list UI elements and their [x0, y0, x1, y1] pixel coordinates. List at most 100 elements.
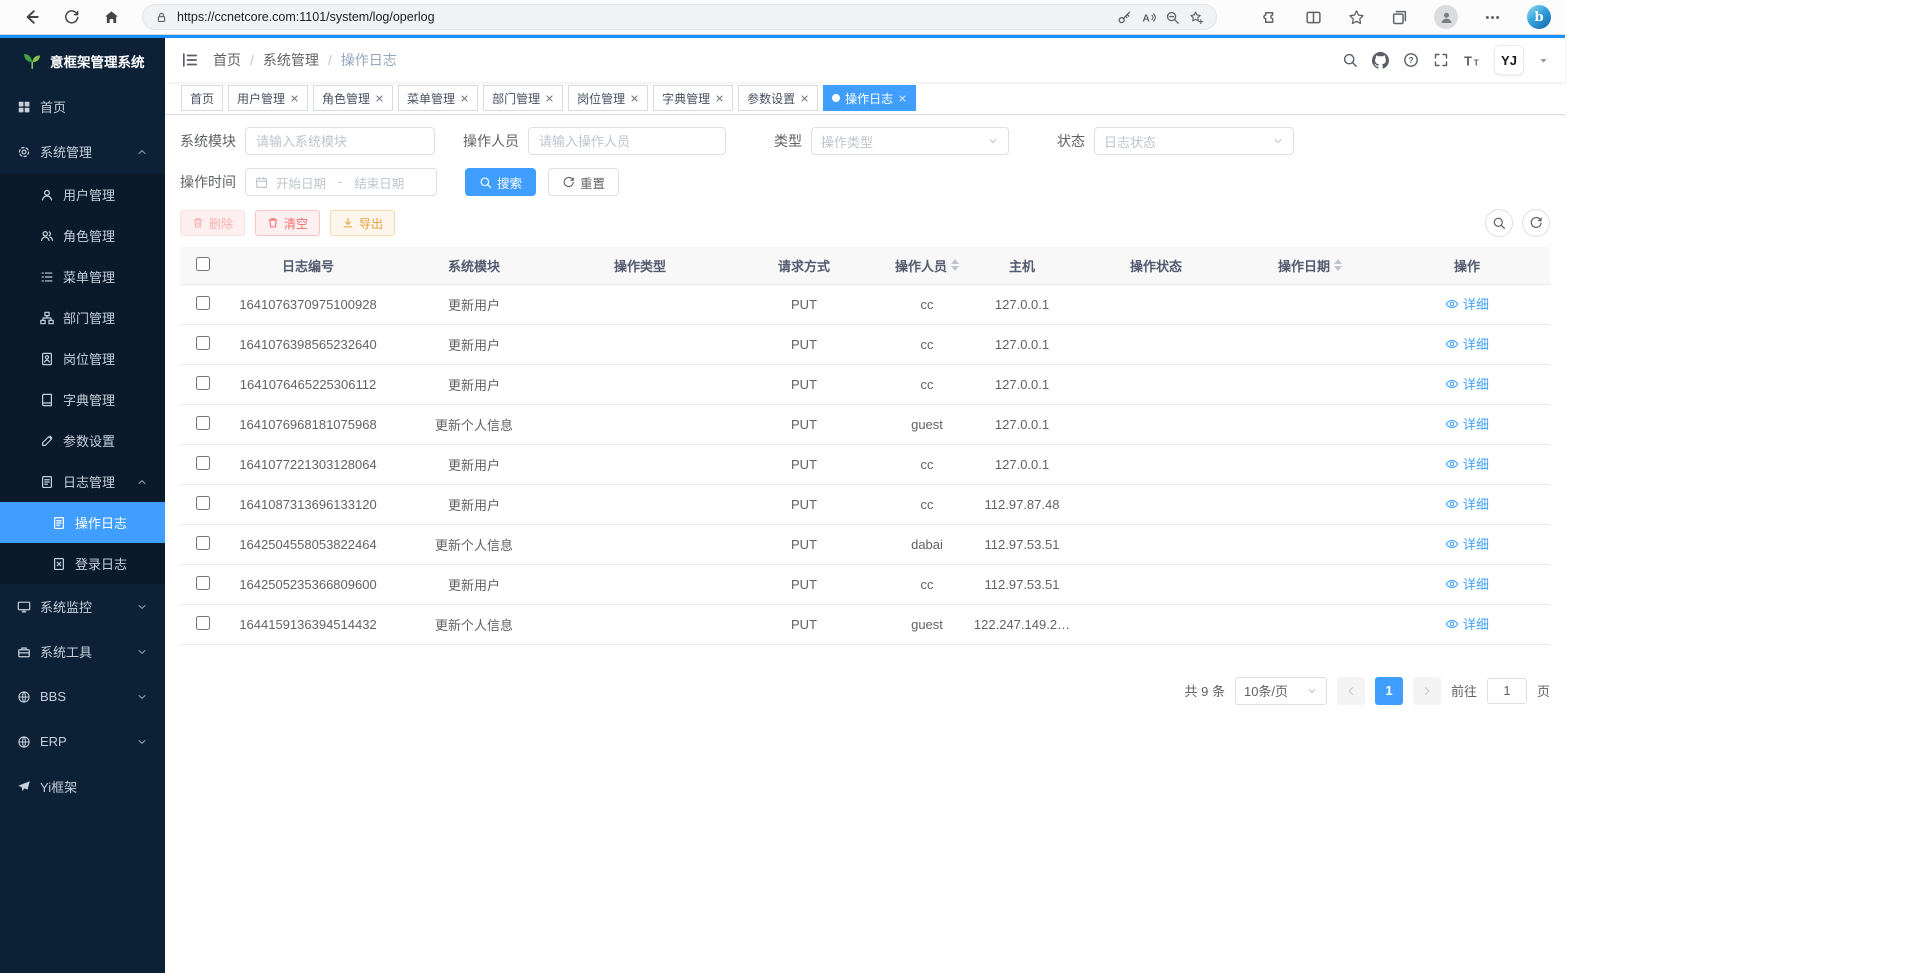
search-toggle-button[interactable]: [1485, 209, 1513, 237]
module-input[interactable]: [245, 127, 435, 155]
detail-link[interactable]: 详细: [1445, 294, 1489, 313]
favorites-bar-icon[interactable]: [1348, 9, 1365, 26]
close-icon[interactable]: [630, 94, 639, 103]
sidebar-item-menu-mgmt[interactable]: 菜单管理: [0, 256, 165, 297]
app-logo[interactable]: 意框架管理系统: [0, 38, 165, 84]
row-checkbox[interactable]: [196, 576, 210, 590]
sidebar-item-system-mgmt[interactable]: 系统管理: [0, 129, 165, 174]
address-bar[interactable]: https://ccnetcore.com:1101/system/log/op…: [142, 4, 1217, 30]
settings-more-icon[interactable]: [1484, 9, 1501, 26]
tab-post-mgmt[interactable]: 岗位管理: [568, 85, 648, 111]
read-aloud-icon[interactable]: A: [1141, 10, 1156, 25]
close-icon[interactable]: [460, 94, 469, 103]
detail-link[interactable]: 详细: [1445, 414, 1489, 433]
breadcrumb-home[interactable]: 首页: [213, 50, 241, 70]
close-icon[interactable]: [375, 94, 384, 103]
select-all-checkbox[interactable]: [196, 257, 210, 271]
next-page-button[interactable]: [1413, 677, 1441, 705]
tab-oper-log[interactable]: 操作日志: [823, 85, 916, 111]
close-icon[interactable]: [545, 94, 554, 103]
sidebar-item-user-mgmt[interactable]: 用户管理: [0, 174, 165, 215]
refresh-icon[interactable]: [54, 3, 88, 31]
user-avatar[interactable]: YJ: [1494, 45, 1524, 75]
font-size-icon[interactable]: TT: [1463, 52, 1480, 69]
tab-role-mgmt[interactable]: 角色管理: [313, 85, 393, 111]
tab-param-settings[interactable]: 参数设置: [738, 85, 818, 111]
hamburger-icon[interactable]: [181, 51, 199, 69]
detail-link[interactable]: 详细: [1445, 614, 1489, 633]
clear-button[interactable]: 清空: [255, 210, 320, 236]
breadcrumb-system[interactable]: 系统管理: [263, 50, 319, 70]
sidebar-item-post-mgmt[interactable]: 岗位管理: [0, 338, 165, 379]
home-icon[interactable]: [94, 3, 128, 31]
tab-menu-mgmt[interactable]: 菜单管理: [398, 85, 478, 111]
row-checkbox[interactable]: [196, 336, 210, 350]
help-icon[interactable]: ?: [1403, 52, 1419, 68]
detail-link[interactable]: 详细: [1445, 534, 1489, 553]
extensions-icon[interactable]: [1262, 9, 1279, 26]
sidebar-item-oper-log[interactable]: 操作日志: [0, 502, 165, 543]
detail-link[interactable]: 详细: [1445, 454, 1489, 473]
close-icon[interactable]: [898, 94, 907, 103]
detail-link[interactable]: 详细: [1445, 494, 1489, 513]
sidebar-item-param-settings[interactable]: 参数设置: [0, 420, 165, 461]
sidebar-item-dept-mgmt[interactable]: 部门管理: [0, 297, 165, 338]
tab-dept-mgmt[interactable]: 部门管理: [483, 85, 563, 111]
search-button[interactable]: 搜索: [465, 168, 536, 196]
sort-icon[interactable]: [1334, 259, 1342, 271]
refresh-table-button[interactable]: [1522, 209, 1550, 237]
split-screen-icon[interactable]: [1305, 9, 1322, 26]
sidebar-item-log-mgmt[interactable]: 日志管理: [0, 461, 165, 502]
tab-dict-mgmt[interactable]: 字典管理: [653, 85, 733, 111]
close-icon[interactable]: [290, 94, 299, 103]
sidebar-item-login-log[interactable]: 登录日志: [0, 543, 165, 584]
url-text[interactable]: https://ccnetcore.com:1101/system/log/op…: [177, 10, 1108, 24]
sidebar-item-dict-mgmt[interactable]: 字典管理: [0, 379, 165, 420]
sidebar-item-role-mgmt[interactable]: 角色管理: [0, 215, 165, 256]
row-checkbox[interactable]: [196, 416, 210, 430]
browser-profile-avatar[interactable]: [1434, 5, 1458, 29]
sidebar-item-system-tools[interactable]: 系统工具: [0, 629, 165, 674]
detail-link[interactable]: 详细: [1445, 574, 1489, 593]
row-checkbox[interactable]: [196, 296, 210, 310]
tab-home[interactable]: 首页: [181, 85, 223, 111]
row-checkbox[interactable]: [196, 536, 210, 550]
row-checkbox[interactable]: [196, 496, 210, 510]
page-size-select[interactable]: 10条/页: [1235, 677, 1327, 705]
detail-link[interactable]: 详细: [1445, 334, 1489, 353]
sidebar-item-bbs[interactable]: BBS: [0, 674, 165, 719]
current-page-button[interactable]: 1: [1375, 677, 1403, 705]
delete-button[interactable]: 删除: [180, 210, 245, 236]
close-icon[interactable]: [715, 94, 724, 103]
fullscreen-icon[interactable]: [1433, 52, 1449, 68]
reset-button[interactable]: 重置: [548, 168, 619, 196]
sort-icon[interactable]: [951, 259, 959, 271]
row-checkbox[interactable]: [196, 456, 210, 470]
search-icon[interactable]: [1342, 52, 1358, 68]
bing-icon[interactable]: [1527, 5, 1551, 29]
col-date[interactable]: 操作日期: [1236, 247, 1384, 284]
type-select[interactable]: 操作类型: [811, 127, 1009, 155]
prev-page-button[interactable]: [1337, 677, 1365, 705]
back-icon[interactable]: [14, 3, 48, 31]
favorites-add-icon[interactable]: [1189, 10, 1204, 25]
row-checkbox[interactable]: [196, 376, 210, 390]
date-range-picker[interactable]: 开始日期 - 结束日期: [245, 168, 437, 196]
key-icon[interactable]: [1117, 10, 1132, 25]
sidebar-item-home[interactable]: 首页: [0, 84, 165, 129]
detail-link[interactable]: 详细: [1445, 374, 1489, 393]
collections-icon[interactable]: [1391, 9, 1408, 26]
export-button[interactable]: 导出: [330, 210, 395, 236]
status-select[interactable]: 日志状态: [1094, 127, 1294, 155]
sidebar-item-system-monitor[interactable]: 系统监控: [0, 584, 165, 629]
row-checkbox[interactable]: [196, 616, 210, 630]
goto-page-input[interactable]: [1487, 678, 1527, 704]
operator-input[interactable]: [528, 127, 726, 155]
close-icon[interactable]: [800, 94, 809, 103]
zoom-icon[interactable]: [1165, 10, 1180, 25]
sidebar-item-erp[interactable]: ERP: [0, 719, 165, 764]
col-operator[interactable]: 操作人员: [886, 247, 968, 284]
sidebar-item-yi-framework[interactable]: Yi框架: [0, 764, 165, 809]
tab-user-mgmt[interactable]: 用户管理: [228, 85, 308, 111]
github-icon[interactable]: [1372, 52, 1389, 69]
